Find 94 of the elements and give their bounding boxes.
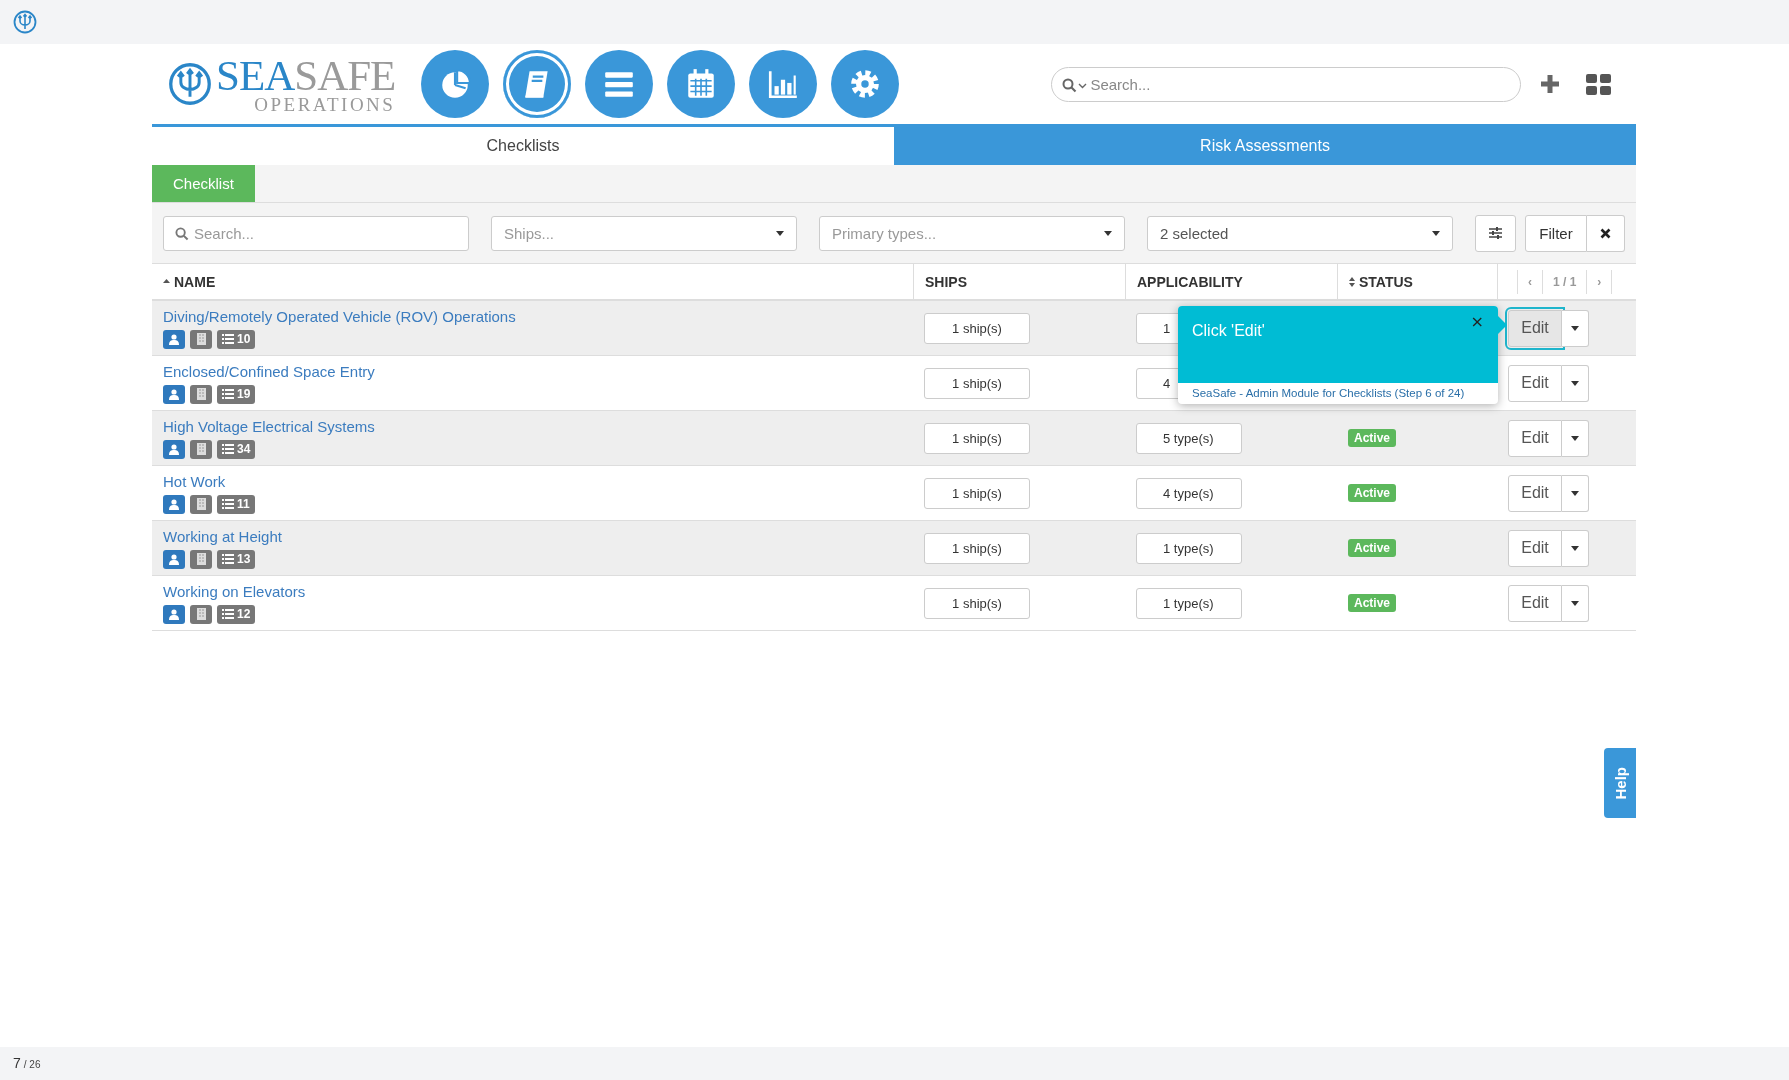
checklist-link[interactable]: High Voltage Electrical Systems [163,417,913,435]
grid-view-icon[interactable] [1586,73,1612,95]
ships-button[interactable]: 1 ship(s) [924,532,1030,564]
page-number: 7 [13,1055,21,1071]
logo-subtitle: OPERATIONS [254,95,396,114]
page-total: / 26 [23,1059,41,1070]
ships-button[interactable]: 1 ship(s) [924,587,1030,619]
plus-icon[interactable] [1539,73,1562,95]
close-button[interactable]: × [1470,312,1484,331]
column-header[interactable]: NAME [174,273,216,290]
person-icon [163,549,185,569]
ships-button[interactable]: 1 ship(s) [924,312,1030,344]
clear-button[interactable] [1587,214,1625,252]
person-icon [163,604,185,624]
list-icon [222,499,234,509]
person-icon [163,439,185,459]
caret-icon [1571,435,1579,441]
caret-icon [1432,230,1440,236]
search-icon [1062,77,1078,93]
building-icon [190,439,212,459]
checklist-link[interactable]: Hot Work [163,472,913,490]
edit-button[interactable]: Edit [1508,419,1562,457]
question-count: 19 [237,387,251,401]
tour-step-text: SeaSafe - Admin Module for Checklists (Step 6 of 24) [1191,386,1466,401]
list-icon [222,389,234,399]
question-count: 12 [237,607,251,621]
caret-icon [776,230,784,236]
person-icon [163,384,185,404]
search-field[interactable]: Search... [1051,66,1522,102]
list-icon [222,334,234,344]
edit-button[interactable]: Edit [1508,309,1562,347]
caret-icon [1571,600,1579,606]
building-icon [190,549,212,569]
edit-button[interactable]: Edit [1508,474,1562,512]
status-badge: Active [1348,539,1397,557]
trident-logo-icon [13,10,37,34]
caret-icon [1571,325,1579,331]
building-icon [190,494,212,514]
ships-button[interactable]: 1 ship(s) [924,422,1030,454]
person-icon [163,329,185,349]
building-icon [190,329,212,349]
close-icon [1600,227,1611,239]
sliders-icon [1489,227,1502,239]
applicability-button[interactable]: 1 type(s) [1136,532,1242,564]
checklist-link[interactable]: Diving/Remotely Operated Vehicle (ROV) Operations [163,307,913,325]
filter-options-button[interactable] [1475,214,1516,252]
person-icon [163,494,185,514]
edit-button[interactable]: Edit [1508,584,1562,622]
column-header[interactable]: SHIPS [925,273,967,290]
page-indicator: 1 / 1 [1542,269,1587,294]
sort-ascending-icon[interactable] [163,279,170,284]
checklist-link[interactable]: Enclosed/Confined Space Entry [163,362,913,380]
column-header[interactable]: APPLICABILITY [1137,273,1243,290]
checklist-link[interactable]: Working on Elevators [163,582,913,600]
dropdown-button[interactable] [1562,584,1589,622]
dropdown-button[interactable] [1562,529,1589,567]
question-count: 10 [237,332,251,346]
applicability-button[interactable]: 4 type(s) [1136,477,1242,509]
caret-icon [1571,380,1579,386]
dropdown-button[interactable] [1562,364,1589,402]
ships-button[interactable]: 1 ship(s) [924,477,1030,509]
status-badge: Active [1348,484,1397,502]
status-badge: Active [1348,594,1397,612]
applicability-button[interactable]: 5 type(s) [1136,422,1242,454]
applicability-button[interactable]: 1 type(s) [1136,587,1242,619]
chevron-down-icon [1078,82,1088,89]
search-field[interactable]: Search... [163,215,469,251]
search-icon [175,226,189,241]
dropdown-button[interactable] [1562,419,1589,457]
list-icon [222,609,234,619]
question-count: 13 [237,552,251,566]
dropdown-button[interactable] [1562,474,1589,512]
dropdown-button[interactable] [1562,309,1589,347]
logo-wordmark: SEASAFE [216,54,396,97]
edit-button[interactable]: Edit [1508,364,1562,402]
list-icon [222,554,234,564]
list-icon [222,444,234,454]
checklist-link[interactable]: Working at Height [163,527,913,545]
column-header[interactable]: STATUS [1359,273,1413,290]
caret-icon [1571,490,1579,496]
question-count: 11 [237,497,250,511]
ships-button[interactable]: 1 ship(s) [924,367,1030,399]
building-icon [190,384,212,404]
trident-logo-icon [168,62,212,106]
question-count: 34 [237,442,251,456]
sort-icon[interactable] [1349,276,1355,287]
caret-icon [1571,545,1579,551]
status-select[interactable]: 2 selected [1147,215,1453,251]
caret-icon [1104,230,1112,236]
status-badge: Active [1348,429,1397,447]
popover-title: Click 'Edit' [1192,322,1266,340]
building-icon [190,604,212,624]
filter-button[interactable]: Filter [1525,214,1587,252]
edit-button[interactable]: Edit [1508,529,1562,567]
